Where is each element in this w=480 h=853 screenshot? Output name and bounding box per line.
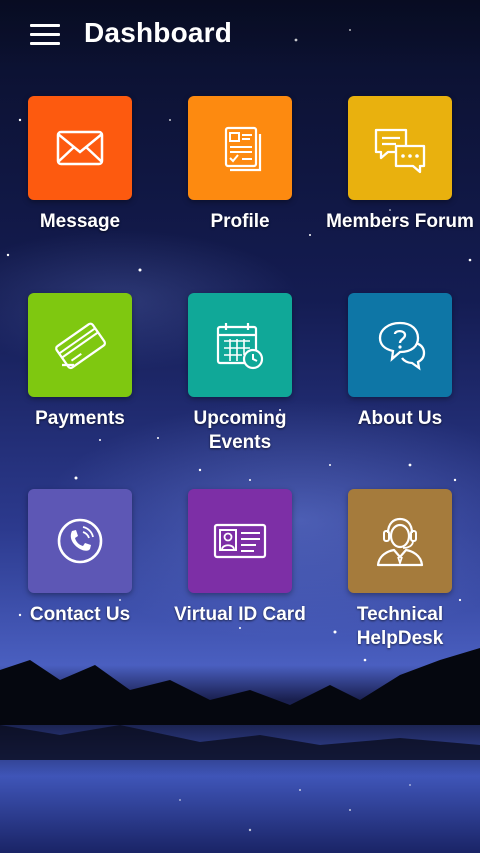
phone-icon [57, 518, 103, 564]
tile-label: Contact Us [29, 604, 131, 625]
tile-label: Virtual ID Card [174, 604, 306, 625]
question-chat-icon [378, 321, 426, 371]
tile-label: Message [39, 211, 121, 232]
credit-card-icon [55, 322, 107, 370]
app-bar: Dashboard [0, 0, 480, 68]
calendar-clock-icon [216, 323, 264, 370]
tile-message[interactable]: Message [0, 96, 160, 234]
tile-icon-box [348, 293, 452, 397]
tile-technical-helpdesk[interactable]: Technical HelpDesk [320, 489, 480, 651]
tile-icon-box [348, 96, 452, 200]
tile-about-us[interactable]: About Us [320, 293, 480, 431]
tile-label: Profile [210, 211, 270, 232]
menu-line [30, 23, 60, 27]
tile-contact-us[interactable]: Contact Us [0, 489, 160, 627]
tile-icon-box [28, 489, 132, 593]
tile-label: Technical HelpDesk [356, 604, 444, 649]
menu-line [30, 41, 60, 45]
document-list-icon [224, 126, 262, 172]
hamburger-menu-icon[interactable] [30, 20, 64, 48]
tile-label: Payments [35, 408, 125, 429]
tile-icon-box [28, 96, 132, 200]
tile-label: Members Forum [326, 211, 474, 232]
tile-label: About Us [357, 408, 443, 429]
tile-upcoming-events[interactable]: Upcoming Events [160, 293, 320, 455]
id-card-icon [213, 523, 267, 559]
envelope-icon [56, 130, 104, 166]
chat-bubbles-icon [374, 128, 426, 174]
tile-icon-box [28, 293, 132, 397]
tile-payments[interactable]: Payments [0, 293, 160, 431]
tile-virtual-id-card[interactable]: Virtual ID Card [160, 489, 320, 627]
tile-profile[interactable]: Profile [160, 96, 320, 234]
tile-label: Upcoming Events [193, 408, 287, 453]
tile-icon-box [188, 489, 292, 593]
tile-members-forum[interactable]: Members Forum [320, 96, 480, 234]
page-title: Dashboard [84, 17, 233, 48]
menu-line [30, 32, 60, 36]
tile-icon-box [188, 293, 292, 397]
support-agent-icon [376, 517, 424, 567]
tile-icon-box [348, 489, 452, 593]
tile-icon-box [188, 96, 292, 200]
